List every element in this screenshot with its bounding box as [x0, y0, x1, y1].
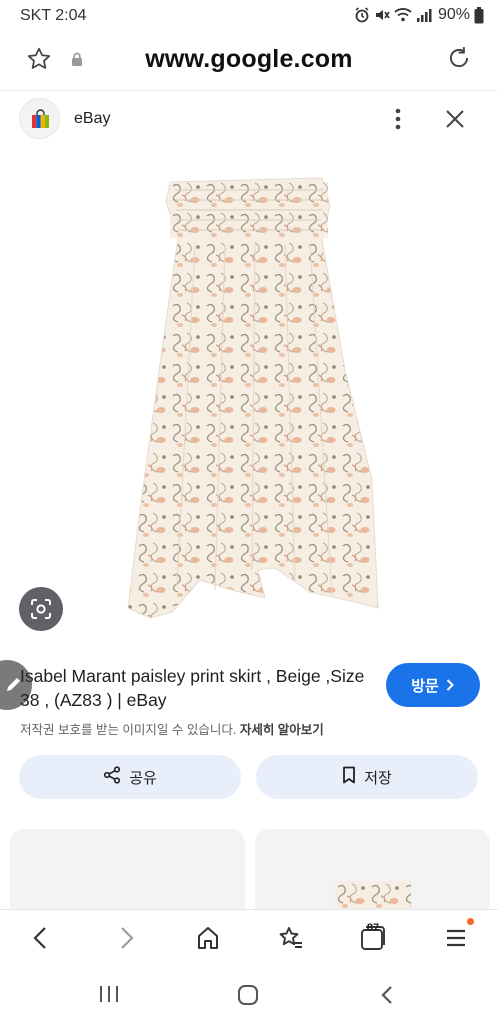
battery-icon: [474, 6, 484, 24]
share-button[interactable]: 공유: [19, 755, 241, 799]
share-icon: [103, 766, 121, 788]
divider: [0, 90, 498, 91]
signal-icon: [416, 7, 432, 23]
recent-apps-icon[interactable]: [98, 984, 120, 1009]
close-icon[interactable]: [443, 107, 467, 136]
back-icon[interactable]: [30, 925, 52, 956]
lens-button[interactable]: [19, 587, 63, 631]
system-nav-bar: [0, 966, 498, 1024]
wifi-icon: [394, 7, 412, 23]
more-vert-icon[interactable]: [388, 106, 408, 137]
forward-icon[interactable]: [115, 925, 137, 956]
save-label: 저장: [364, 769, 392, 787]
source-name[interactable]: eBay: [74, 110, 110, 128]
learn-more-link[interactable]: 자세히 알아보기: [240, 723, 324, 737]
status-bar: SKT 2:04 90%: [0, 0, 498, 32]
bookmark-icon: [342, 766, 356, 788]
source-logo[interactable]: [19, 98, 60, 139]
url-bar: www.google.com: [0, 36, 498, 84]
reload-icon[interactable]: [446, 45, 472, 76]
menu-icon[interactable]: [445, 925, 467, 956]
share-label: 공유: [129, 769, 157, 787]
home-nav-icon[interactable]: [237, 984, 259, 1011]
tab-count: 87: [366, 922, 380, 934]
copyright-notice: 저작권 보호를 받는 이미지일 수 있습니다. 자세히 알아보기: [20, 719, 324, 738]
status-icons: 90%: [354, 6, 484, 24]
product-image[interactable]: [0, 150, 498, 640]
battery-percent: 90%: [437, 6, 470, 23]
copyright-text: 저작권 보호를 받는 이미지일 수 있습니다.: [20, 723, 237, 737]
mute-icon: [374, 7, 390, 23]
browser-toolbar: [0, 909, 498, 965]
source-header: eBay: [0, 96, 498, 142]
home-icon[interactable]: [196, 925, 220, 956]
bookmarks-icon[interactable]: [278, 925, 304, 956]
chevron-right-icon: [445, 678, 455, 692]
visit-button[interactable]: 방문: [386, 663, 480, 707]
visit-label: 방문: [411, 677, 439, 695]
url-text[interactable]: www.google.com: [0, 45, 498, 74]
alarm-icon: [354, 7, 370, 23]
back-nav-icon[interactable]: [378, 984, 396, 1011]
product-title[interactable]: Isabel Marant paisley print skirt , Beig…: [20, 664, 370, 712]
save-button[interactable]: 저장: [256, 755, 478, 799]
status-time: SKT 2:04: [20, 7, 87, 24]
menu-notification-dot: [467, 918, 474, 925]
